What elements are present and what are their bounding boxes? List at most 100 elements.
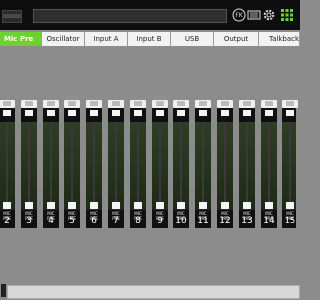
channel-body: MIC PRE 10 (173, 108, 189, 228)
mute-button[interactable] (156, 202, 164, 209)
phantom-power-icon (243, 101, 251, 106)
fader-handle[interactable] (243, 110, 251, 116)
tab-talkback[interactable]: Talkback (259, 32, 300, 46)
channel-strip: MIC PRE 9 (150, 100, 170, 228)
channel-strip: MIC PRE 3 (19, 100, 39, 228)
channel-select-button[interactable] (0, 100, 15, 108)
fader-handle[interactable] (3, 110, 11, 116)
mute-button[interactable] (90, 202, 98, 209)
channel-select-button[interactable] (173, 100, 189, 108)
channel-number: 9 (157, 216, 163, 226)
channel-select-button[interactable] (261, 100, 277, 108)
channel-strip: MIC PRE 6 (84, 100, 104, 228)
fader-track[interactable] (180, 122, 182, 210)
channel-select-button[interactable] (195, 100, 211, 108)
fader-track[interactable] (50, 122, 52, 210)
mute-button[interactable] (177, 202, 185, 209)
channel-select-button[interactable] (217, 100, 233, 108)
fader-track[interactable] (115, 122, 117, 210)
mute-button[interactable] (47, 202, 55, 209)
channel-select-button[interactable] (152, 100, 168, 108)
fader-handle[interactable] (221, 110, 229, 116)
mute-button[interactable] (134, 202, 142, 209)
fader-keep-icon[interactable]: FK (232, 6, 246, 24)
channel-strip: MIC PRE 15 (280, 100, 298, 228)
fader-handle[interactable] (112, 110, 120, 116)
fader-track[interactable] (268, 122, 270, 210)
fader-handle[interactable] (47, 110, 55, 116)
channel-number: 6 (91, 216, 97, 226)
channel-body: MIC PRE 15 (282, 108, 296, 228)
phantom-power-icon (156, 101, 164, 106)
channel-select-button[interactable] (43, 100, 59, 108)
mute-button[interactable] (68, 202, 76, 209)
mute-button[interactable] (3, 202, 11, 209)
fader-handle[interactable] (68, 110, 76, 116)
fader-track[interactable] (93, 122, 95, 210)
channel-body: MIC PRE 3 (21, 108, 37, 228)
fader-track[interactable] (289, 122, 291, 210)
channel-select-button[interactable] (64, 100, 80, 108)
gear-icon[interactable] (262, 6, 276, 24)
fader-handle[interactable] (199, 110, 207, 116)
fader-track[interactable] (71, 122, 73, 210)
channel-strip: MIC PRE 10 (171, 100, 191, 228)
tab-output[interactable]: Output (214, 32, 259, 46)
tab-input-a[interactable]: Input A (85, 32, 128, 46)
channel-body: MIC PRE 12 (217, 108, 233, 228)
channel-strip: MIC PRE 5 (62, 100, 82, 228)
phantom-power-icon (177, 101, 185, 106)
phantom-power-icon (68, 101, 76, 106)
tab-oscillator[interactable]: Oscillator (42, 32, 85, 46)
fader-handle[interactable] (134, 110, 142, 116)
channel-body: MIC PRE 2 (0, 108, 15, 228)
channel-number: 4 (48, 216, 54, 226)
mute-button[interactable] (243, 202, 251, 209)
fader-track[interactable] (137, 122, 139, 210)
mute-button[interactable] (221, 202, 229, 209)
tab-input-b[interactable]: Input B (128, 32, 171, 46)
mute-button[interactable] (199, 202, 207, 209)
tab-usb[interactable]: USB (171, 32, 214, 46)
fader-handle[interactable] (265, 110, 273, 116)
fader-handle[interactable] (286, 110, 294, 116)
fader-handle[interactable] (156, 110, 164, 116)
tab-mic-pre[interactable]: Mic Pre (0, 32, 42, 46)
channel-number: 8 (135, 216, 141, 226)
channel-select-button[interactable] (282, 100, 298, 108)
snapshot-name-field[interactable] (33, 9, 227, 23)
channel-strip: MIC PRE 7 (106, 100, 126, 228)
channel-select-button[interactable] (130, 100, 146, 108)
channel-strip: MIC PRE 14 (259, 100, 279, 228)
channel-select-button[interactable] (108, 100, 124, 108)
fader-track[interactable] (224, 122, 226, 210)
bottom-status-bar (7, 285, 300, 299)
channel-select-button[interactable] (21, 100, 37, 108)
mute-button[interactable] (286, 202, 294, 209)
channel-number: 15 (284, 216, 296, 225)
fader-track[interactable] (28, 122, 30, 210)
fader-track[interactable] (246, 122, 248, 210)
channel-number: 14 (263, 216, 275, 226)
phantom-power-icon (221, 101, 229, 106)
fader-handle[interactable] (90, 110, 98, 116)
channel-strip-row: MIC PRE 2 MIC PRE 3 MIC PRE 4 MIC PRE 5 MIC PRE 6… (0, 100, 300, 228)
source-tab-bar: Mic Pre Oscillator Input A Input B USB O… (0, 32, 300, 46)
fader-track[interactable] (159, 122, 161, 210)
phantom-power-icon (90, 101, 98, 106)
mute-button[interactable] (25, 202, 33, 209)
fader-track[interactable] (202, 122, 204, 210)
channel-number: 7 (113, 216, 119, 226)
channel-strip: MIC PRE 11 (193, 100, 213, 228)
channel-strip: MIC PRE 4 (41, 100, 61, 228)
fader-handle[interactable] (177, 110, 185, 116)
mute-button[interactable] (112, 202, 120, 209)
mute-button[interactable] (265, 202, 273, 209)
mixer-grid-icon[interactable] (279, 6, 295, 24)
fader-track[interactable] (6, 122, 8, 210)
fader-handle[interactable] (25, 110, 33, 116)
master-meter (2, 10, 22, 23)
channel-select-button[interactable] (239, 100, 255, 108)
mackie-logo-icon (247, 6, 261, 24)
channel-select-button[interactable] (86, 100, 102, 108)
